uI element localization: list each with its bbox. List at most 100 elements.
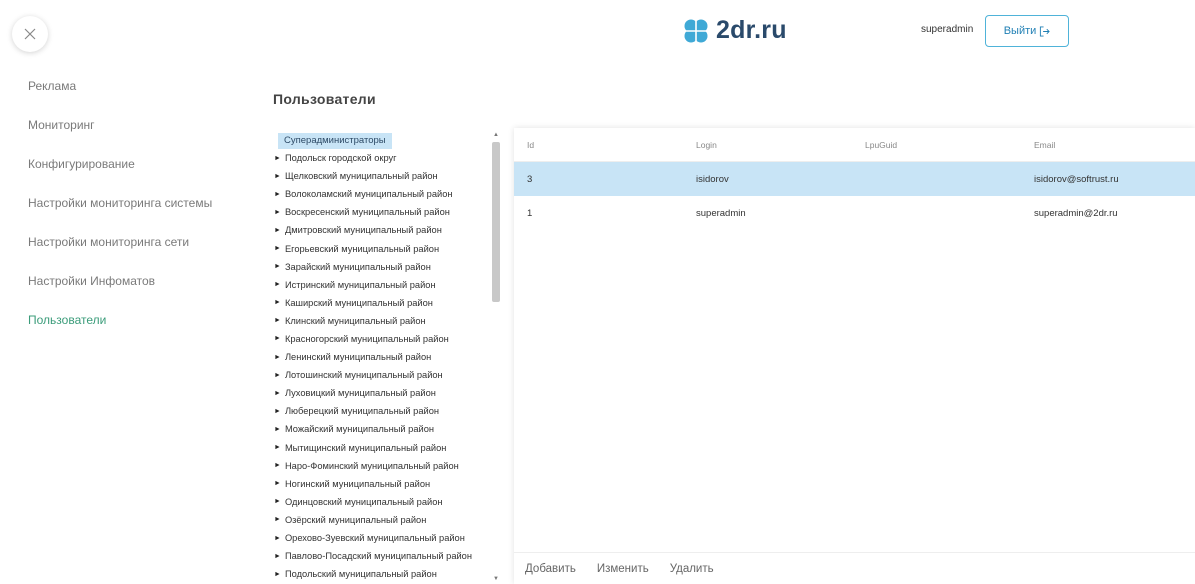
- tree-node-label: Зарайский муниципальный район: [284, 261, 431, 272]
- tree-scrollbar[interactable]: ▲ ▼: [490, 130, 502, 584]
- tree-node[interactable]: ► Зарайский муниципальный район: [272, 258, 490, 276]
- expand-arrow-icon[interactable]: ►: [274, 390, 281, 397]
- tree-root-node[interactable]: Суперадминистраторы: [278, 133, 392, 149]
- tree-node[interactable]: ► Озёрский муниципальный район: [272, 511, 490, 529]
- table-actions: Добавить Изменить Удалить: [514, 552, 1195, 584]
- logo: 2dr.ru: [682, 16, 787, 45]
- expand-arrow-icon[interactable]: ►: [274, 191, 281, 198]
- sidebar-item-configuration[interactable]: Конфигурирование: [28, 157, 212, 196]
- current-username: superadmin: [921, 24, 974, 35]
- cell-id: 1: [527, 207, 533, 219]
- expand-arrow-icon[interactable]: ►: [274, 155, 281, 162]
- tree-node[interactable]: ► Егорьевский муниципальный район: [272, 239, 490, 257]
- expand-arrow-icon[interactable]: ►: [274, 245, 281, 252]
- expand-arrow-icon[interactable]: ►: [274, 372, 281, 379]
- tree-node[interactable]: ► Щелковский муниципальный район: [272, 167, 490, 185]
- tree-node[interactable]: ► Лотошинский муниципальный район: [272, 366, 490, 384]
- expand-arrow-icon[interactable]: ►: [274, 317, 281, 324]
- column-header-email[interactable]: Email: [1021, 140, 1195, 150]
- tree-node[interactable]: ► Истринский муниципальный район: [272, 276, 490, 294]
- scroll-up-arrow-icon[interactable]: ▲: [490, 130, 502, 140]
- tree-node[interactable]: ► Клинский муниципальный район: [272, 312, 490, 330]
- expand-arrow-icon[interactable]: ►: [274, 462, 281, 469]
- tree-node[interactable]: ► Можайский муниципальный район: [272, 420, 490, 438]
- sidebar-item-system-monitoring-settings[interactable]: Настройки мониторинга системы: [28, 196, 212, 235]
- users-table: Id Login LpuGuid Email 3 isidorov isidor…: [514, 128, 1195, 584]
- cell-email: superadmin@2dr.ru: [1034, 207, 1118, 219]
- expand-arrow-icon[interactable]: ►: [274, 553, 281, 560]
- table-row[interactable]: 1 superadmin superadmin@2dr.ru: [514, 196, 1195, 230]
- logout-label: Выйти: [1003, 25, 1037, 37]
- tree-node-label: Истринский муниципальный район: [284, 279, 436, 290]
- expand-arrow-icon[interactable]: ►: [274, 299, 281, 306]
- tree-node[interactable]: ► Дмитровский муниципальный район: [272, 221, 490, 239]
- expand-arrow-icon[interactable]: ►: [274, 498, 281, 505]
- logout-button[interactable]: Выйти: [985, 15, 1069, 47]
- tree-node-label: Подольский муниципальный район: [284, 569, 437, 580]
- tree-node-label: Павлово-Посадский муниципальный район: [284, 551, 472, 562]
- expand-arrow-icon[interactable]: ►: [274, 335, 281, 342]
- expand-arrow-icon[interactable]: ►: [274, 209, 281, 216]
- tree-node-label: Клинский муниципальный район: [284, 315, 426, 326]
- expand-arrow-icon[interactable]: ►: [274, 408, 281, 415]
- cell-id: 3: [527, 173, 533, 185]
- tree-node[interactable]: ► Люберецкий муниципальный район: [272, 402, 490, 420]
- close-button[interactable]: [12, 16, 48, 52]
- expand-arrow-icon[interactable]: ►: [274, 444, 281, 451]
- tree-node[interactable]: ► Ногинский муниципальный район: [272, 475, 490, 493]
- tree-node[interactable]: ► Подольский муниципальный район: [272, 565, 490, 583]
- tree-node-label: Орехово-Зуевский муниципальный район: [284, 533, 465, 544]
- tree-node[interactable]: ► Подольск городской округ: [272, 149, 490, 167]
- tree-node[interactable]: ► Луховицкий муниципальный район: [272, 384, 490, 402]
- expand-arrow-icon[interactable]: ►: [274, 516, 281, 523]
- sidebar-item-users[interactable]: Пользователи: [28, 313, 212, 352]
- tree-node[interactable]: ► Каширский муниципальный район: [272, 294, 490, 312]
- expand-arrow-icon[interactable]: ►: [274, 480, 281, 487]
- delete-button[interactable]: Удалить: [670, 563, 714, 575]
- tree-node[interactable]: ► Наро-Фоминский муниципальный район: [272, 457, 490, 475]
- tree-node-label: Щелковский муниципальный район: [284, 171, 438, 182]
- column-header-id[interactable]: Id: [514, 140, 683, 150]
- expand-arrow-icon[interactable]: ►: [274, 281, 281, 288]
- sidebar-item-monitoring[interactable]: Мониторинг: [28, 118, 212, 157]
- tree-node-label: Наро-Фоминский муниципальный район: [284, 460, 459, 471]
- expand-arrow-icon[interactable]: ►: [274, 354, 281, 361]
- cell-email: isidorov@softrust.ru: [1034, 173, 1119, 185]
- expand-arrow-icon[interactable]: ►: [274, 426, 281, 433]
- sidebar-item-network-monitoring-settings[interactable]: Настройки мониторинга сети: [28, 235, 212, 274]
- add-button[interactable]: Добавить: [525, 563, 576, 575]
- clover-logo-icon: [684, 19, 708, 42]
- tree-node[interactable]: ► Мытищинский муниципальный район: [272, 439, 490, 457]
- sidebar-item-reklama[interactable]: Реклама: [28, 79, 212, 118]
- tree-node[interactable]: ► Одинцовский муниципальный район: [272, 493, 490, 511]
- tree-node[interactable]: ► Воскресенский муниципальный район: [272, 203, 490, 221]
- tree-node-label: Дмитровский муниципальный район: [284, 225, 442, 236]
- group-tree: Суперадминистраторы ► Подольск городской …: [272, 130, 490, 584]
- tree-node[interactable]: ► Орехово-Зуевский муниципальный район: [272, 529, 490, 547]
- expand-arrow-icon[interactable]: ►: [274, 535, 281, 542]
- brand-name: 2dr.ru: [716, 16, 787, 44]
- tree-node-label: Одинцовский муниципальный район: [284, 496, 443, 507]
- sidebar-item-infomat-settings[interactable]: Настройки Инфоматов: [28, 274, 212, 313]
- tree-node-label: Мытищинский муниципальный район: [284, 442, 447, 453]
- scroll-down-arrow-icon[interactable]: ▼: [490, 574, 502, 584]
- cell-login: superadmin: [696, 207, 746, 219]
- tree-node[interactable]: ► Волоколамский муниципальный район: [272, 185, 490, 203]
- expand-arrow-icon[interactable]: ►: [274, 227, 281, 234]
- scroll-thumb[interactable]: [492, 142, 500, 302]
- edit-button[interactable]: Изменить: [597, 563, 649, 575]
- tree-node[interactable]: ► Красногорский муниципальный район: [272, 330, 490, 348]
- tree-node[interactable]: ► Ленинский муниципальный район: [272, 348, 490, 366]
- table-row[interactable]: 3 isidorov isidorov@softrust.ru: [514, 162, 1195, 196]
- tree-node-label: Можайский муниципальный район: [284, 424, 435, 435]
- expand-arrow-icon[interactable]: ►: [274, 173, 281, 180]
- tree-node-label: Лотошинский муниципальный район: [284, 370, 443, 381]
- tree-node-label: Красногорский муниципальный район: [284, 333, 449, 344]
- tree-node-label: Ленинский муниципальный район: [284, 352, 432, 363]
- column-header-lpuguid[interactable]: LpuGuid: [852, 140, 1021, 150]
- expand-arrow-icon[interactable]: ►: [274, 571, 281, 578]
- expand-arrow-icon[interactable]: ►: [274, 263, 281, 270]
- tree-node[interactable]: ► Павлово-Посадский муниципальный район: [272, 547, 490, 565]
- column-header-login[interactable]: Login: [683, 140, 852, 150]
- tree-node-label: Волоколамский муниципальный район: [284, 189, 453, 200]
